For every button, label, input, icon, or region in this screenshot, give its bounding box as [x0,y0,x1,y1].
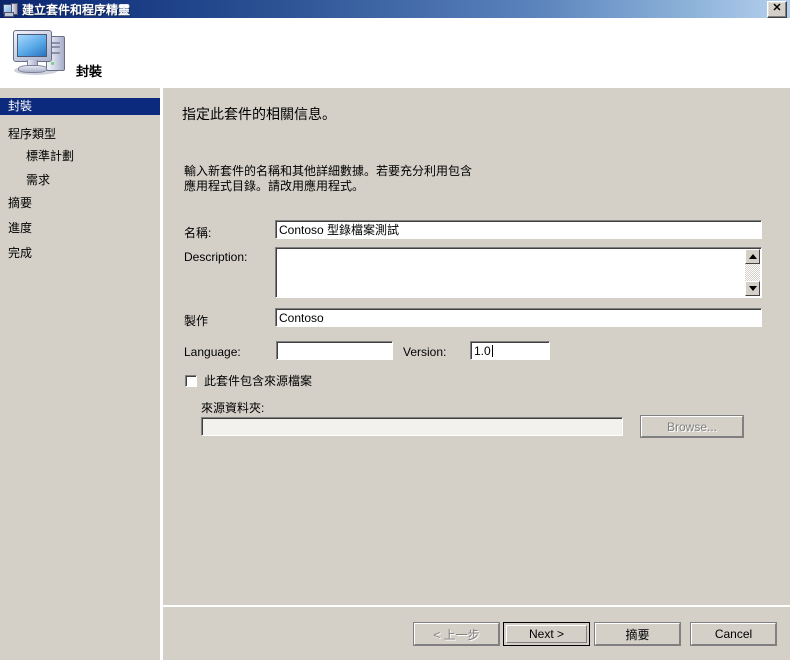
checkbox-icon[interactable] [185,374,197,387]
contains-source-label: 此套件包含來源檔案 [204,374,313,388]
title-bar: 建立套件和程序精靈 ✕ [0,0,790,18]
source-folder-input[interactable] [201,417,623,436]
wizard-step-sidebar: 封裝 程序類型 標準計劃 需求 摘要 進度 完成 [0,88,160,660]
sidebar-item-requirements[interactable]: 需求 [0,172,160,189]
next-button-label: Next > [506,625,587,643]
page-description: 輸入新套件的名稱和其他詳細數據。若要充分利用包含 應用程式目錄。請改用應用程式。 [184,164,473,193]
publisher-input[interactable]: Contoso [275,308,762,327]
contains-source-checkbox[interactable]: 此套件包含來源檔案 [185,372,312,389]
browse-button[interactable]: Browse... [640,415,744,438]
cancel-button[interactable]: Cancel [690,622,777,646]
summary-button-label: 摘要 [595,623,680,645]
back-button-label: < 上一步 [414,623,499,645]
version-label: Version: [403,345,447,359]
next-button[interactable]: Next > [503,622,590,646]
sidebar-item-program-type[interactable]: 程序類型 [0,126,160,143]
wizard-content-pane: 指定此套件的相關信息。 輸入新套件的名稱和其他詳細數據。若要充分利用包含 應用程… [163,88,790,606]
computer-wizard-icon [2,1,18,17]
wizard-banner: 封裝 [0,18,790,88]
sidebar-item-standard-plan[interactable]: 標準計劃 [0,148,160,165]
wizard-window: 建立套件和程序精靈 ✕ 封裝 封裝 程序類型 標準計劃 需求 摘要 進度 完成 … [0,0,790,660]
browse-button-label: Browse... [641,416,743,437]
sidebar-item-summary[interactable]: 摘要 [0,195,160,212]
sidebar-item-progress[interactable]: 進度 [0,220,160,237]
back-button[interactable]: < 上一步 [413,622,500,646]
publisher-label: 製作 [184,314,209,328]
language-input[interactable] [276,341,393,360]
page-title: 指定此套件的相關信息。 [182,106,336,122]
description-label: Description: [184,250,248,264]
computer-icon [10,26,68,78]
summary-button[interactable]: 摘要 [594,622,681,646]
scroll-up-icon[interactable] [745,249,760,264]
description-scrollbar[interactable] [745,249,760,296]
cancel-button-label: Cancel [691,623,776,645]
scroll-down-icon[interactable] [745,281,760,296]
close-icon: ✕ [772,1,782,14]
scrollbar-trough[interactable] [745,264,760,281]
window-title: 建立套件和程序精靈 [22,2,131,17]
wizard-footer: < 上一步 Next > 摘要 Cancel [163,607,790,660]
sidebar-item-completion[interactable]: 完成 [0,245,160,262]
name-label: 名稱: [184,226,212,240]
banner-title: 封裝 [76,64,103,79]
version-input[interactable]: 1.0 [470,341,550,360]
source-folder-label: 來源資料夾: [201,401,265,415]
language-label: Language: [184,345,241,359]
sidebar-item-packaging[interactable]: 封裝 [0,98,160,115]
description-textarea[interactable] [275,247,762,298]
name-input[interactable]: Contoso 型錄檔案測試 [275,220,762,239]
close-button[interactable]: ✕ [767,0,787,18]
